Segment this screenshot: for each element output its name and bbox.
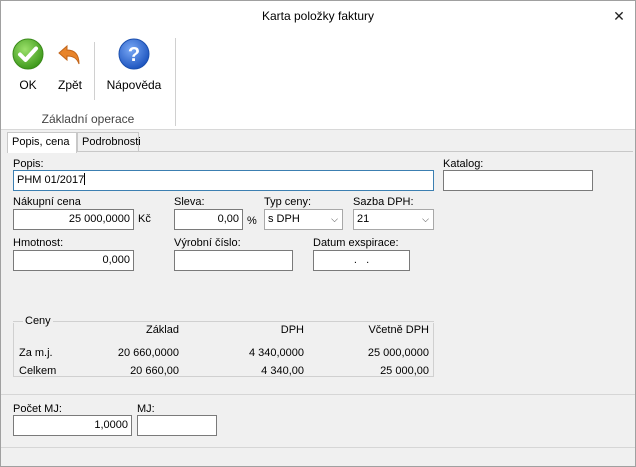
- sleva-label: Sleva:: [174, 196, 205, 208]
- ribbon-group-separator: [175, 38, 176, 126]
- chevron-down-icon: ⌵: [422, 214, 429, 224]
- help-question-icon: ?: [118, 38, 150, 70]
- currency-label: Kč: [138, 213, 151, 225]
- section-divider: [1, 394, 635, 395]
- close-icon: ✕: [613, 8, 625, 24]
- mj-label: MJ:: [137, 403, 155, 415]
- ok-button[interactable]: OK: [11, 38, 45, 92]
- vyrobni-cislo-input[interactable]: [174, 250, 293, 271]
- typ-ceny-select[interactable]: s DPH ⌵: [264, 209, 343, 230]
- ceny-header-zaklad: Základ: [145, 324, 179, 336]
- help-button[interactable]: ? Nápověda: [104, 38, 164, 92]
- datum-exspirace-label: Datum exspirace:: [313, 237, 399, 249]
- back-button[interactable]: Zpět: [51, 38, 89, 92]
- chevron-down-icon: ⌵: [331, 214, 338, 224]
- ok-label: OK: [19, 78, 37, 92]
- tab-podrobnosti[interactable]: Podrobnosti: [77, 132, 141, 152]
- ceny-cell: 20 660,0000: [117, 347, 179, 359]
- ceny-cell: 25 000,0000: [367, 347, 429, 359]
- vyrobni-cislo-label: Výrobní číslo:: [174, 237, 241, 249]
- ceny-header-dph: DPH: [280, 324, 304, 336]
- pocet-mj-label: Počet MJ:: [13, 403, 62, 415]
- popis-label: Popis:: [13, 158, 44, 170]
- sazba-dph-label: Sazba DPH:: [353, 196, 414, 208]
- ceny-cell: 25 000,00: [380, 365, 429, 377]
- popis-input[interactable]: PHM 01/2017: [13, 170, 434, 191]
- sazba-dph-select[interactable]: 21 ⌵: [353, 209, 434, 230]
- tab-popis-cena[interactable]: Popis, cena: [7, 132, 77, 153]
- dialog-window: Karta položky faktury ✕ OK Zpět ? Nápově…: [0, 0, 636, 467]
- pocet-mj-input[interactable]: 1,0000: [13, 415, 132, 436]
- ceny-cell: 4 340,00: [261, 365, 304, 377]
- text-caret: [84, 173, 86, 185]
- ribbon-separator: [94, 42, 95, 100]
- window-title: Karta položky faktury: [261, 9, 375, 23]
- hmotnost-input[interactable]: 0,000: [13, 250, 134, 271]
- ribbon-group-label: Základní operace: [41, 112, 135, 126]
- mj-input[interactable]: [137, 415, 217, 436]
- ceny-row-label: Za m.j.: [19, 347, 53, 359]
- ribbon: OK Zpět ? Nápověda Základní operace: [1, 32, 635, 130]
- datum-exspirace-input[interactable]: . .: [313, 250, 410, 271]
- back-label: Zpět: [57, 78, 82, 92]
- ceny-cell: 4 340,0000: [248, 347, 304, 359]
- nakupni-cena-label: Nákupní cena: [13, 196, 81, 208]
- ceny-caption: Ceny: [23, 315, 53, 327]
- close-button[interactable]: ✕: [611, 8, 627, 24]
- ceny-row-label: Celkem: [19, 365, 57, 377]
- typ-ceny-label: Typ ceny:: [264, 196, 312, 208]
- ceny-header-vcetne: Včetně DPH: [368, 324, 429, 336]
- help-label: Nápověda: [106, 78, 162, 92]
- katalog-input[interactable]: [443, 170, 593, 191]
- ceny-cell: 20 660,00: [130, 365, 179, 377]
- nakupni-cena-input[interactable]: 25 000,0000: [13, 209, 134, 230]
- katalog-label: Katalog:: [443, 158, 484, 170]
- title-bar: Karta položky faktury ✕: [1, 1, 635, 32]
- sleva-input[interactable]: 0,00: [174, 209, 243, 230]
- status-bar-divider: [1, 447, 635, 448]
- checkmark-icon: [12, 38, 44, 70]
- svg-text:?: ?: [128, 44, 140, 66]
- hmotnost-label: Hmotnost:: [13, 237, 64, 249]
- undo-arrow-icon: [54, 38, 86, 70]
- ceny-group-top-border: [13, 321, 434, 322]
- percent-label: %: [247, 215, 257, 227]
